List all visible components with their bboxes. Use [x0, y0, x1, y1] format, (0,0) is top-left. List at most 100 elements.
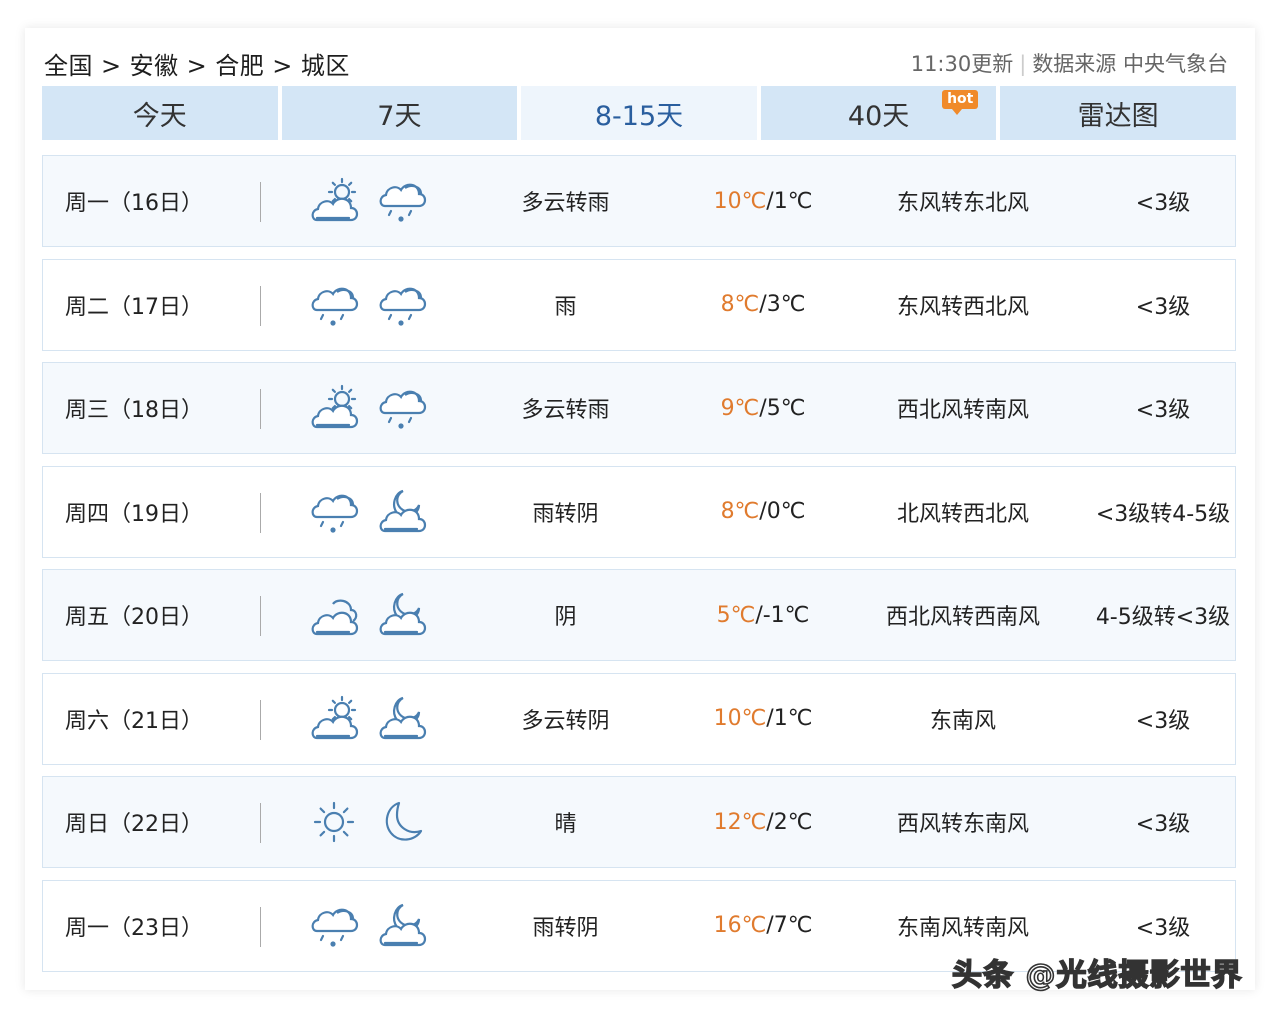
- forecast-row: 周三（18日） 多云转雨 9℃/5℃ 西北风转南风 <3级: [42, 362, 1236, 454]
- temp-low: 2℃: [773, 809, 813, 835]
- weather-icons: [307, 674, 429, 764]
- temperature-range: 10℃/1℃: [693, 156, 833, 246]
- wind-direction: 东南风: [929, 708, 996, 734]
- temperature-range: 9℃/5℃: [693, 363, 833, 453]
- wind-level: 4-5级转<3级: [1095, 605, 1231, 630]
- temp-separator: /: [766, 706, 774, 731]
- tab-7-days[interactable]: 7天: [281, 86, 518, 140]
- watermark: 头条 @光线摄影世界: [951, 957, 1243, 994]
- weather-icons: [307, 156, 429, 246]
- forecast-date: 周日（22日）: [65, 812, 203, 837]
- tab-8-15-days[interactable]: 8-15天: [521, 86, 757, 140]
- forecast-row: 周六（21日） 多云转阴 10℃/1℃ 东南风 <3级: [42, 672, 1236, 765]
- weather-icons: [307, 570, 429, 660]
- cloudy-night-icon: [375, 588, 429, 642]
- rain-icon: [307, 899, 361, 953]
- tab-label: 8-15天: [594, 100, 684, 132]
- breadcrumb-separator: >: [186, 52, 208, 80]
- breadcrumb-separator: >: [272, 52, 293, 80]
- temperature-range: 16℃/7℃: [693, 881, 833, 971]
- temp-separator: /: [766, 913, 774, 938]
- partly-cloudy-day-icon: [307, 381, 361, 435]
- breadcrumb: 全国 > 安徽 > 合肥 > 城区: [44, 46, 350, 81]
- forecast-date: 周四（19日）: [65, 501, 203, 527]
- cloudy-night-icon: [375, 485, 429, 539]
- update-time: 11:30更新: [910, 52, 1014, 76]
- tab-40-days[interactable]: 40天 hot: [760, 86, 997, 140]
- cloudy-night-icon: [375, 899, 429, 953]
- forecast-date: 周六（21日）: [65, 708, 203, 734]
- rain-icon: [375, 381, 429, 435]
- tab-label: 雷达图: [1077, 100, 1159, 132]
- temp-high: 9℃: [720, 395, 760, 421]
- column-divider: [260, 803, 261, 843]
- wind-level: <3级: [1135, 191, 1191, 216]
- temp-high: 10℃: [713, 706, 767, 731]
- wind-direction: 北风转西北风: [896, 501, 1029, 527]
- weather-description: 多云转阴: [521, 708, 610, 734]
- wind-level: <3级: [1135, 812, 1191, 837]
- weather-icons: [307, 881, 429, 971]
- tab-label: 今天: [132, 100, 187, 132]
- breadcrumb-item-country[interactable]: 全国: [44, 46, 93, 81]
- column-divider: [260, 285, 261, 326]
- tab-radar[interactable]: 雷达图: [1000, 86, 1236, 140]
- weather-description: 多云转雨: [521, 191, 610, 216]
- forecast-row: 周四（19日） 雨转阴 8℃/0℃ 北风转西北风 <3级转4-5级: [42, 465, 1236, 558]
- cloudy-night-icon: [375, 692, 429, 746]
- weather-icons: [307, 363, 429, 453]
- temp-low: 0℃: [766, 499, 806, 524]
- weather-description: 阴: [554, 605, 577, 630]
- temp-high: 16℃: [713, 913, 767, 938]
- wind-level: <3级转4-5级: [1095, 501, 1231, 527]
- column-divider: [260, 182, 261, 222]
- forecast-date: 周一（23日）: [65, 915, 203, 941]
- data-source: 数据来源 中央气象台: [1032, 52, 1228, 76]
- temp-separator: /: [759, 395, 767, 421]
- partly-cloudy-day-icon: [307, 174, 361, 228]
- breadcrumb-item-city[interactable]: 合肥: [215, 46, 264, 81]
- temp-separator: /: [759, 499, 767, 524]
- weather-icons: [307, 260, 429, 350]
- wind-direction: 东风转西北风: [896, 294, 1029, 320]
- temp-low: -1℃: [762, 602, 810, 628]
- meta-divider: |: [1019, 52, 1027, 76]
- breadcrumb-item-province[interactable]: 安徽: [130, 46, 179, 81]
- forecast-row: 周二（17日） 雨 8℃/3℃ 东风转西北风 <3级: [42, 258, 1236, 351]
- temp-separator: /: [755, 602, 763, 628]
- wind-direction: 西风转东南风: [896, 812, 1029, 837]
- temp-low: 7℃: [773, 913, 813, 938]
- forecast-row: 周一（16日） 多云转雨 10℃/1℃ 东风转东北风 <3级: [42, 155, 1236, 247]
- hot-badge: hot: [942, 90, 979, 115]
- temperature-range: 8℃/0℃: [693, 467, 833, 557]
- temp-separator: /: [759, 292, 767, 317]
- weather-description: 晴: [554, 812, 577, 837]
- tab-today[interactable]: 今天: [42, 86, 278, 140]
- rain-icon: [307, 485, 361, 539]
- wind-level: <3级: [1135, 398, 1191, 423]
- temp-separator: /: [766, 809, 774, 835]
- temperature-range: 12℃/2℃: [693, 777, 833, 867]
- breadcrumb-item-district[interactable]: 城区: [301, 46, 350, 81]
- forecast-row: 周五（20日） 阴 5℃ / -1℃ 西北风转西南风 4-5级转<3级: [42, 569, 1236, 661]
- weather-description: 雨: [554, 294, 577, 320]
- weather-icons: [307, 467, 429, 557]
- column-divider: [260, 596, 261, 636]
- temperature-range: 5℃ / -1℃: [693, 570, 833, 660]
- overcast-icon: [307, 588, 361, 642]
- wind-direction: 西北风转南风: [896, 398, 1029, 423]
- temp-high: 5℃: [716, 602, 756, 628]
- breadcrumb-separator: >: [101, 52, 122, 80]
- moon-icon: [375, 795, 429, 849]
- tab-label: 40天: [847, 100, 910, 132]
- weather-description: 多云转雨: [521, 398, 610, 423]
- rain-icon: [375, 278, 429, 332]
- forecast-date: 周五（20日）: [65, 605, 203, 630]
- sun-icon: [307, 795, 361, 849]
- update-info: 11:30更新 | 数据来源 中央气象台: [911, 48, 1228, 78]
- column-divider: [260, 906, 261, 947]
- wind-level: <3级: [1135, 294, 1191, 320]
- temp-high: 8℃: [720, 292, 760, 317]
- forecast-row: 周日（22日） 晴 12℃/2℃ 西风转东南风 <3级: [42, 776, 1236, 868]
- temperature-range: 10℃/1℃: [693, 674, 833, 764]
